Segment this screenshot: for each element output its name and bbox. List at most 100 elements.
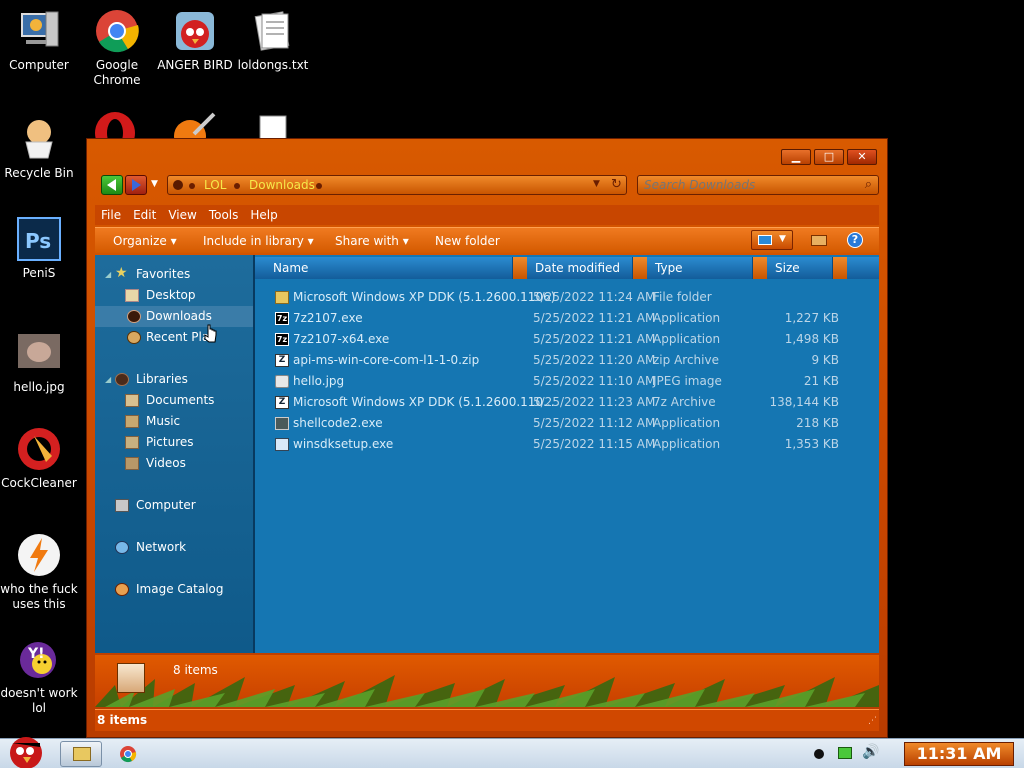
desktop-icon-photoshop[interactable]: Ps PeniS <box>0 216 81 281</box>
forward-button[interactable] <box>125 175 147 195</box>
menu-tools[interactable]: Tools <box>203 205 245 225</box>
tray-record-icon[interactable] <box>814 749 824 759</box>
view-icon <box>758 235 772 245</box>
menu-bar: File Edit View Tools Help <box>95 205 879 225</box>
maximize-button[interactable]: □ <box>814 149 844 165</box>
search-input[interactable] <box>644 178 854 192</box>
table-row[interactable]: Z api-ms-win-core-com-l1-1-0.zip 5/25/20… <box>255 350 879 371</box>
desktop-icon-recycle-bin[interactable]: Recycle Bin <box>0 116 81 181</box>
nav-image-catalog[interactable]: Image Catalog <box>95 579 253 600</box>
forward-arrow-icon <box>132 179 141 191</box>
address-bar[interactable]: LOL Downloads ▼ ↻ <box>167 175 627 195</box>
recent-pages-dropdown[interactable]: ▼ <box>151 179 158 189</box>
address-dropdown[interactable]: ▼ <box>593 179 600 189</box>
7zip-icon: 7z <box>275 312 289 325</box>
desktop-icon-label: Google Chrome <box>93 58 141 87</box>
chrome-icon <box>94 8 140 54</box>
start-button[interactable] <box>2 733 50 768</box>
desktop-icon-anger-bird[interactable]: ANGER BIRD <box>153 8 237 73</box>
nav-desktop[interactable]: Desktop <box>95 285 253 306</box>
close-button[interactable]: ✕ <box>847 149 877 165</box>
nav-videos[interactable]: Videos <box>95 453 253 474</box>
paint-icon[interactable] <box>172 112 216 138</box>
desktop-icon-computer[interactable]: Computer <box>0 8 81 73</box>
table-row[interactable]: hello.jpg 5/25/2022 11:10 AM JPEG image … <box>255 371 879 392</box>
music-icon <box>125 415 139 428</box>
nav-computer[interactable]: Computer <box>95 495 253 516</box>
menu-view[interactable]: View <box>162 205 202 225</box>
nav-libraries[interactable]: ◢ Libraries <box>95 369 253 390</box>
desktop-icon-yahoo[interactable]: Y! doesn't work lol <box>0 636 81 716</box>
back-button[interactable] <box>101 175 123 195</box>
view-options-button[interactable]: ▼ <box>751 230 793 250</box>
file-list: Name Date modified Type Size Microsoft W… <box>255 255 879 653</box>
details-pane: 8 items <box>95 655 879 707</box>
table-row[interactable]: 7z 7z2107.exe 5/25/2022 11:21 AM Applica… <box>255 308 879 329</box>
tray-volume-icon[interactable]: 🔊 <box>862 744 879 760</box>
taskbar-clock[interactable]: 11:31 AM <box>904 742 1014 766</box>
table-row[interactable]: winsdksetup.exe 5/25/2022 11:15 AM Appli… <box>255 434 879 455</box>
nav-favorites[interactable]: ◢ ★ Favorites <box>95 264 253 285</box>
column-divider[interactable] <box>753 257 767 279</box>
new-folder-button[interactable]: New folder <box>435 228 500 254</box>
breadcrumb-downloads[interactable]: Downloads <box>249 178 315 192</box>
breadcrumb-separator-icon <box>316 183 322 189</box>
table-row[interactable]: Z Microsoft Windows XP DDK (5.1.2600.110… <box>255 392 879 413</box>
column-header-name[interactable]: Name <box>255 257 513 279</box>
winamp-icon <box>16 532 62 578</box>
text-file-icon[interactable] <box>250 112 294 138</box>
ccleaner-icon <box>16 426 62 472</box>
column-header-size[interactable]: Size <box>767 257 833 279</box>
taskbar-explorer-button[interactable] <box>60 741 102 767</box>
explorer-window[interactable]: ▁ □ ✕ ▼ LOL Downloads ▼ ↻ ⌕ FileEditView… <box>86 138 888 738</box>
resize-grip-icon[interactable]: ⋰ <box>868 716 877 726</box>
angry-bird-icon <box>172 8 218 54</box>
table-row[interactable]: 7z 7z2107-x64.exe 5/25/2022 11:21 AM App… <box>255 329 879 350</box>
column-header-date[interactable]: Date modified <box>527 257 633 279</box>
menu-edit[interactable]: Edit <box>127 205 162 225</box>
preview-pane-icon[interactable] <box>811 235 827 246</box>
column-header-type[interactable]: Type <box>647 257 753 279</box>
opera-icon[interactable] <box>94 112 136 138</box>
pictures-icon <box>125 436 139 449</box>
folder-icon <box>275 291 289 304</box>
desktop-icon-hello-jpg[interactable]: hello.jpg <box>0 330 81 395</box>
search-icon[interactable]: ⌕ <box>865 177 872 192</box>
nav-downloads[interactable]: Downloads <box>95 306 253 327</box>
column-divider[interactable] <box>633 257 647 279</box>
breadcrumb-lol[interactable]: LOL <box>204 178 226 192</box>
nav-recent-places[interactable]: Recent Pla <box>95 327 253 348</box>
help-icon[interactable]: ? <box>847 232 863 248</box>
search-box[interactable]: ⌕ <box>637 175 879 195</box>
column-divider[interactable] <box>833 257 847 279</box>
svg-text:Ps: Ps <box>25 229 51 253</box>
breadcrumb-separator-icon <box>234 183 240 189</box>
nav-documents[interactable]: Documents <box>95 390 253 411</box>
desktop-icon-loldongs[interactable]: loldongs.txt <box>231 8 315 73</box>
status-item-count: 8 items <box>97 713 148 727</box>
nav-network[interactable]: Network <box>95 537 253 558</box>
yahoo-messenger-icon: Y! <box>16 636 62 682</box>
desktop-icon-winamp[interactable]: who the fuck uses this <box>0 532 81 612</box>
include-in-library-button[interactable]: Include in library ▾ <box>203 228 314 254</box>
desktop-icon-label: ANGER BIRD <box>157 58 233 72</box>
menu-help[interactable]: Help <box>244 205 283 225</box>
taskbar-chrome-button[interactable] <box>110 741 146 767</box>
desktop-icon-chrome[interactable]: Google Chrome <box>75 8 159 88</box>
table-row[interactable]: shellcode2.exe 5/25/2022 11:12 AM Applic… <box>255 413 879 434</box>
share-with-button[interactable]: Share with ▾ <box>335 228 409 254</box>
back-arrow-icon <box>107 179 116 191</box>
tray-network-icon[interactable] <box>838 747 852 759</box>
chevron-down-icon: ▼ <box>779 234 786 244</box>
refresh-icon[interactable]: ↻ <box>611 177 622 192</box>
nav-music[interactable]: Music <box>95 411 253 432</box>
column-divider[interactable] <box>513 257 527 279</box>
desktop-icon-label: Computer <box>9 58 69 72</box>
recycle-bin-icon <box>16 116 62 162</box>
nav-pictures[interactable]: Pictures <box>95 432 253 453</box>
table-row[interactable]: Microsoft Windows XP DDK (5.1.2600.1106)… <box>255 287 879 308</box>
menu-file[interactable]: File <box>95 205 127 225</box>
minimize-button[interactable]: ▁ <box>781 149 811 165</box>
desktop-icon-ccleaner[interactable]: CockCleaner <box>0 426 81 491</box>
organize-button[interactable]: Organize ▾ <box>113 228 177 254</box>
